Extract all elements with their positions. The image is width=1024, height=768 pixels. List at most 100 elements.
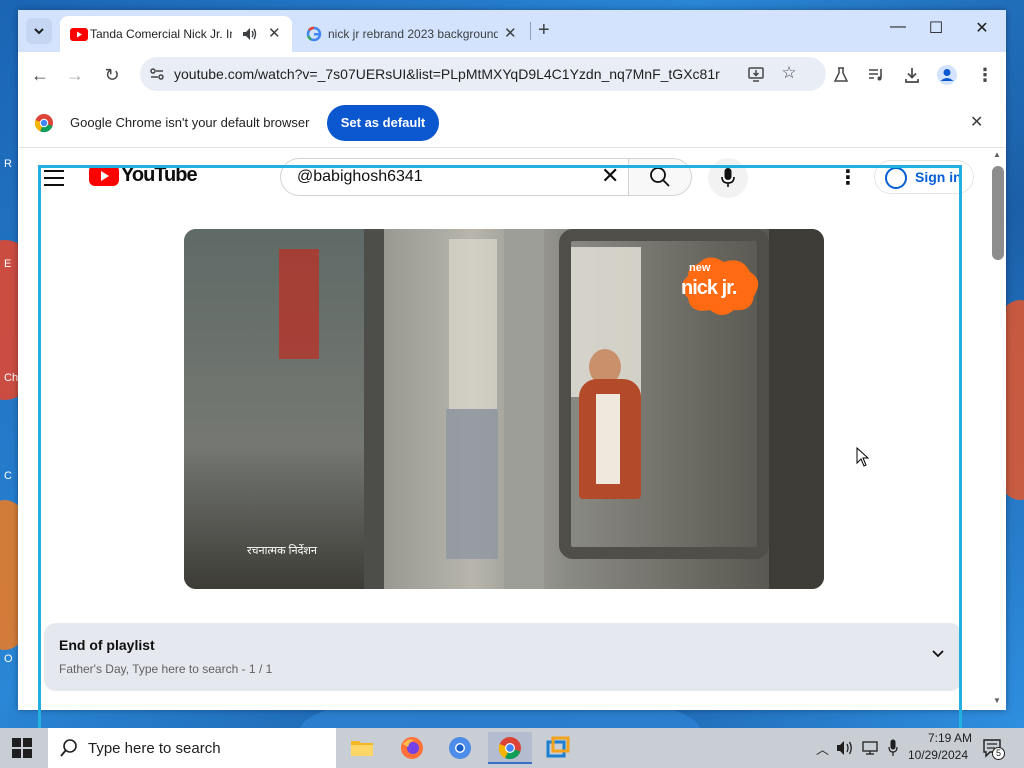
desktop-icon-label[interactable]: R — [4, 158, 12, 170]
infobar-message: Google Chrome isn't your default browser — [70, 115, 310, 130]
video-player[interactable]: new nick jr. रचनात्मक निर्देशन — [184, 229, 824, 589]
video-caption: रचनात्मक निर्देशन — [247, 545, 317, 557]
tab-youtube[interactable]: Tanda Comercial Nick Jr. Ind ✕ — [60, 16, 292, 52]
notification-center-button[interactable]: 5 — [982, 738, 1005, 760]
windows-start-icon[interactable] — [12, 738, 32, 758]
scroll-down-icon[interactable]: ▼ — [993, 696, 1001, 705]
tab-search-button[interactable] — [26, 18, 52, 44]
remote-desktop-icon — [546, 736, 570, 758]
taskbar-search-box[interactable]: Type here to search — [48, 728, 336, 768]
tab-title: nick jr rebrand 2023 backgrounds — [328, 27, 498, 41]
forward-icon[interactable]: → — [64, 64, 86, 86]
search-input[interactable]: @babighosh6341 — [297, 168, 423, 186]
speaker-icon[interactable] — [242, 27, 258, 41]
train-door-left — [184, 229, 364, 589]
google-favicon-icon — [306, 26, 322, 42]
clear-search-icon[interactable]: ✕ — [601, 163, 619, 189]
minimize-icon[interactable]: — — [886, 18, 910, 36]
profile-avatar-icon[interactable] — [936, 64, 958, 86]
taskbar-chromium[interactable] — [438, 732, 482, 764]
bookmark-star-icon[interactable]: ☆ — [780, 63, 798, 82]
tray-expand-icon[interactable]: ︿ — [816, 739, 829, 758]
tab-divider — [530, 22, 531, 40]
guide-menu-icon[interactable] — [44, 170, 64, 191]
volume-icon[interactable] — [836, 740, 854, 756]
settings-more-icon[interactable]: ⋮ — [838, 165, 858, 190]
desktop-icon-label[interactable]: E — [4, 258, 11, 270]
scroll-up-icon[interactable]: ▲ — [993, 150, 1001, 159]
youtube-play-icon — [89, 165, 119, 186]
search-box[interactable]: @babighosh6341 ✕ — [280, 158, 630, 196]
mouse-cursor-icon — [856, 447, 870, 467]
door-frame — [364, 229, 384, 589]
window-reflection — [446, 409, 498, 559]
close-infobar-icon[interactable]: ✕ — [970, 112, 983, 132]
site-info-icon[interactable] — [149, 66, 165, 82]
close-tab-icon[interactable]: ✕ — [504, 24, 517, 42]
window-light — [449, 239, 497, 409]
browser-window: Tanda Comercial Nick Jr. Ind ✕ nick jr r… — [18, 10, 1006, 710]
taskbar-remote-app[interactable] — [536, 732, 580, 764]
taskbar-file-explorer[interactable] — [340, 732, 384, 764]
scrollbar-thumb[interactable] — [992, 166, 1004, 260]
url-text[interactable]: youtube.com/watch?v=_7s07UERsUI&list=PLp… — [174, 66, 720, 82]
chromium-icon — [449, 737, 471, 759]
labs-flask-icon[interactable] — [832, 66, 850, 84]
taskbar: Type here to search ︿ 7:19 AM 10/29/2024… — [0, 728, 1024, 768]
chevron-down-icon — [34, 28, 44, 35]
new-tab-button[interactable]: + — [538, 19, 550, 42]
close-window-icon[interactable]: ✕ — [970, 18, 994, 38]
back-icon[interactable]: ← — [29, 64, 51, 86]
youtube-page: YouTube @babighosh6341 ✕ ⋮ Sign in new n… — [18, 148, 1006, 710]
tab-title: Tanda Comercial Nick Jr. Ind — [90, 27, 232, 41]
set-as-default-button[interactable]: Set as default — [327, 105, 439, 141]
download-icon[interactable] — [903, 66, 921, 84]
user-circle-icon — [885, 167, 907, 189]
firefox-icon — [401, 737, 423, 759]
sign-in-button[interactable]: Sign in — [874, 160, 974, 194]
playlist-title: End of playlist — [59, 637, 155, 653]
tab-strip: Tanda Comercial Nick Jr. Ind ✕ nick jr r… — [18, 10, 1006, 52]
search-button[interactable] — [628, 158, 692, 196]
channel-bug: nick jr. — [681, 277, 737, 299]
clock-time[interactable]: 7:19 AM — [908, 731, 972, 745]
page-scrollbar[interactable]: ▲ ▼ — [988, 148, 1006, 710]
media-controls-icon[interactable] — [867, 66, 885, 84]
chrome-logo-icon — [34, 114, 53, 133]
taskbar-search-placeholder: Type here to search — [88, 740, 221, 757]
chevron-down-icon[interactable] — [930, 645, 946, 661]
taskbar-firefox[interactable] — [390, 732, 434, 764]
notification-count-badge: 5 — [992, 747, 1005, 760]
install-app-icon[interactable] — [747, 65, 765, 83]
playlist-subtitle: Father's Day, Type here to search - 1 / … — [59, 662, 273, 676]
taskbar-chrome-dev[interactable] — [488, 732, 532, 764]
reload-icon[interactable]: ↻ — [101, 64, 123, 86]
train-door-right — [769, 229, 824, 589]
youtube-wordmark: YouTube — [121, 164, 198, 186]
address-bar[interactable]: youtube.com/watch?v=_7s07UERsUI&list=PLp… — [140, 57, 826, 91]
search-icon — [60, 739, 77, 757]
more-menu-icon[interactable]: ⋮ — [974, 64, 996, 86]
default-browser-infobar: Google Chrome isn't your default browser… — [18, 98, 1006, 148]
pillar — [504, 229, 544, 589]
desktop-icon-label[interactable]: Ch — [4, 372, 18, 384]
youtube-favicon-icon — [70, 28, 88, 41]
close-tab-icon[interactable]: ✕ — [268, 24, 281, 42]
maximize-icon[interactable]: ☐ — [924, 18, 948, 38]
voice-search-button[interactable] — [708, 158, 748, 198]
microphone-icon[interactable] — [888, 739, 898, 757]
microphone-icon — [721, 168, 735, 187]
search-icon — [650, 167, 670, 187]
red-sign — [279, 249, 319, 359]
chrome-dev-icon — [498, 737, 521, 760]
desktop-icon-label[interactable]: C — [4, 470, 12, 482]
toolbar: ← → ↻ youtube.com/watch?v=_7s07UERsUI&li… — [18, 52, 1006, 98]
channel-bug-small: new — [689, 262, 711, 274]
playlist-panel[interactable]: End of playlist Father's Day, Type here … — [44, 623, 962, 691]
desktop-icon-label[interactable]: O — [4, 653, 13, 665]
tab-google-search[interactable]: nick jr rebrand 2023 backgrounds ✕ — [300, 16, 530, 52]
youtube-logo[interactable]: YouTube — [89, 164, 198, 187]
network-icon[interactable] — [862, 740, 880, 756]
person-shirt — [596, 394, 620, 484]
clock-date[interactable]: 10/29/2024 — [904, 748, 968, 762]
